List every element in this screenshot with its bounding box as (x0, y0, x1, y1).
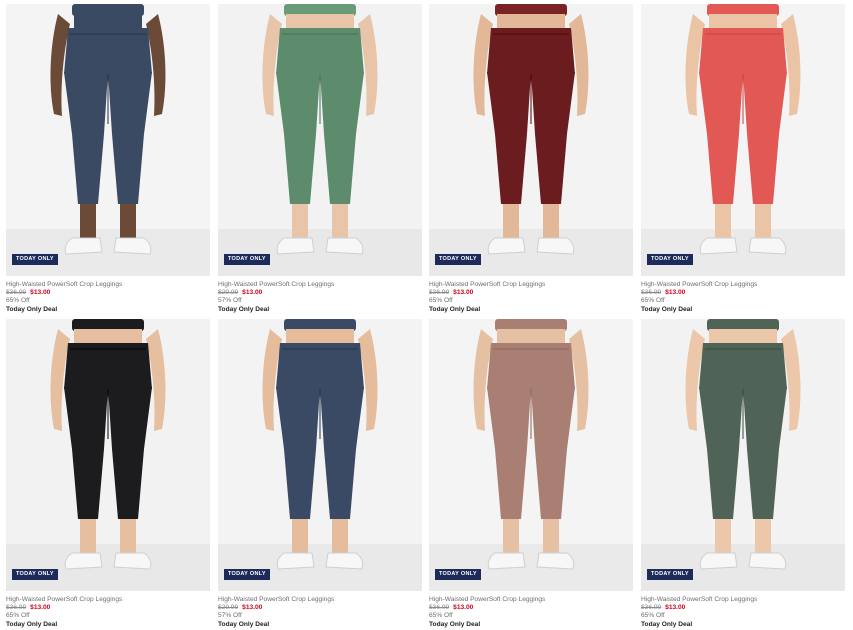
sale-price: $13.00 (453, 604, 474, 611)
price-row: $36.99 $13.00 (429, 289, 633, 297)
sale-price: $13.00 (242, 604, 263, 611)
deal-label: Today Only Deal (641, 621, 693, 628)
sale-price: $13.00 (242, 289, 263, 296)
discount-label: 57% Off (218, 612, 242, 619)
today-only-badge: TODAY ONLY (224, 568, 270, 580)
product-card[interactable]: TODAY ONLY High-Waisted PowerSoft Crop Le… (429, 319, 633, 629)
product-image[interactable]: TODAY ONLY (6, 4, 210, 276)
today-only-badge: TODAY ONLY (224, 253, 270, 265)
sale-price: $13.00 (30, 289, 51, 296)
discount-label: 65% Off (641, 297, 665, 304)
leggings-figure (641, 319, 845, 591)
product-card[interactable]: TODAY ONLY High-Waisted PowerSoft Crop Le… (6, 319, 210, 629)
today-only-badge: TODAY ONLY (12, 253, 58, 265)
product-image[interactable]: TODAY ONLY (641, 319, 845, 591)
product-image[interactable]: TODAY ONLY (641, 4, 845, 276)
product-card[interactable]: TODAY ONLY High-Waisted PowerSoft Crop Le… (429, 4, 633, 314)
product-name-link[interactable]: High-Waisted PowerSoft Crop Leggings (641, 281, 845, 289)
original-price: $36.99 (641, 604, 662, 611)
discount-label: 65% Off (429, 297, 453, 304)
discount-label: 65% Off (429, 612, 453, 619)
discount-label: 65% Off (6, 612, 30, 619)
sale-price: $13.00 (665, 289, 686, 296)
original-price: $36.99 (6, 289, 27, 296)
price-row: $36.99 $13.00 (6, 289, 210, 297)
price-row: $36.99 $13.00 (641, 604, 845, 612)
product-name-link[interactable]: High-Waisted PowerSoft Crop Leggings (6, 596, 210, 604)
product-name-link[interactable]: High-Waisted PowerSoft Crop Leggings (641, 596, 845, 604)
product-name-link[interactable]: High-Waisted PowerSoft Crop Leggings (429, 596, 633, 604)
product-image[interactable]: TODAY ONLY (429, 4, 633, 276)
leggings-figure (429, 4, 633, 276)
price-row: $36.99 $13.00 (641, 289, 845, 297)
deal-label: Today Only Deal (218, 621, 270, 628)
leggings-figure (429, 319, 633, 591)
price-row: $29.99 $13.00 (218, 604, 422, 612)
sale-price: $13.00 (453, 289, 474, 296)
price-row: $36.99 $13.00 (6, 604, 210, 612)
price-row: $36.99 $13.00 (429, 604, 633, 612)
deal-label: Today Only Deal (429, 306, 481, 313)
product-card[interactable]: TODAY ONLY High-Waisted PowerSoft Crop Le… (218, 319, 422, 629)
deal-label: Today Only Deal (6, 621, 58, 628)
deal-label: Today Only Deal (429, 621, 481, 628)
today-only-badge: TODAY ONLY (647, 253, 693, 265)
discount-label: 57% Off (218, 297, 242, 304)
product-image[interactable]: TODAY ONLY (429, 319, 633, 591)
original-price: $36.99 (6, 604, 27, 611)
leggings-figure (6, 4, 210, 276)
product-image[interactable]: TODAY ONLY (218, 4, 422, 276)
leggings-figure (218, 319, 422, 591)
deal-label: Today Only Deal (6, 306, 58, 313)
product-card[interactable]: TODAY ONLY High-Waisted PowerSoft Crop Le… (641, 319, 845, 629)
product-image[interactable]: TODAY ONLY (6, 319, 210, 591)
deal-label: Today Only Deal (218, 306, 270, 313)
leggings-figure (6, 319, 210, 591)
product-card[interactable]: TODAY ONLY High-Waisted PowerSoft Crop Le… (6, 4, 210, 314)
discount-label: 65% Off (641, 612, 665, 619)
original-price: $29.99 (218, 289, 239, 296)
today-only-badge: TODAY ONLY (647, 568, 693, 580)
leggings-figure (218, 4, 422, 276)
product-name-link[interactable]: High-Waisted PowerSoft Crop Leggings (6, 281, 210, 289)
product-name-link[interactable]: High-Waisted PowerSoft Crop Leggings (218, 596, 422, 604)
sale-price: $13.00 (30, 604, 51, 611)
product-name-link[interactable]: High-Waisted PowerSoft Crop Leggings (429, 281, 633, 289)
original-price: $36.99 (641, 289, 662, 296)
leggings-figure (641, 4, 845, 276)
product-name-link[interactable]: High-Waisted PowerSoft Crop Leggings (218, 281, 422, 289)
original-price: $36.99 (429, 604, 450, 611)
price-row: $29.99 $13.00 (218, 289, 422, 297)
original-price: $29.99 (218, 604, 239, 611)
original-price: $36.99 (429, 289, 450, 296)
today-only-badge: TODAY ONLY (435, 568, 481, 580)
product-image[interactable]: TODAY ONLY (218, 319, 422, 591)
today-only-badge: TODAY ONLY (435, 253, 481, 265)
sale-price: $13.00 (665, 604, 686, 611)
discount-label: 65% Off (6, 297, 30, 304)
today-only-badge: TODAY ONLY (12, 568, 58, 580)
product-grid: TODAY ONLY High-Waisted PowerSoft Crop Le… (0, 0, 853, 630)
deal-label: Today Only Deal (641, 306, 693, 313)
product-card[interactable]: TODAY ONLY High-Waisted PowerSoft Crop Le… (218, 4, 422, 314)
product-card[interactable]: TODAY ONLY High-Waisted PowerSoft Crop Le… (641, 4, 845, 314)
